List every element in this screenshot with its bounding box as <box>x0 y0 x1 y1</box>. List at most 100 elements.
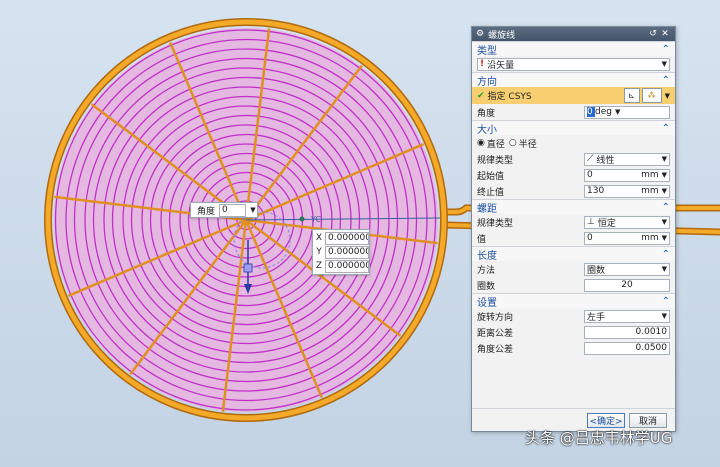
radio-diameter[interactable]: ◉ <box>477 138 485 148</box>
yc-axis-label: YC <box>310 215 321 224</box>
chevron-up-icon[interactable]: ⌃ <box>662 75 670 86</box>
size-law-type-row: 规律类型 ⟋ 线性 ▼ <box>472 151 675 167</box>
section-pitch-title: 螺距 <box>477 203 497 215</box>
rotation-select[interactable]: 左手 ▼ <box>584 309 670 323</box>
size-law-type-select[interactable]: ⟋ 线性 ▼ <box>584 152 670 166</box>
chevron-down-icon[interactable]: ▼ <box>659 265 667 273</box>
start-value-value: 0 <box>587 170 593 180</box>
angle-handle-label: 角度 <box>197 206 216 217</box>
section-type-header[interactable]: 类型 ⌃ <box>472 41 675 57</box>
cancel-button[interactable]: 取消 <box>629 412 667 428</box>
radio-diameter-label[interactable]: 直径 <box>485 137 509 150</box>
csys-axes-icon: ⁂ <box>647 91 656 100</box>
dist-tol-input[interactable]: 0.0010 <box>584 325 670 339</box>
direction-angle-row: 角度 0 deg ▼ <box>472 104 675 120</box>
angle-handle-value[interactable]: 0 <box>219 203 246 217</box>
close-icon[interactable]: ✕ <box>659 29 671 39</box>
angle-tol-input[interactable]: 0.0500 <box>584 341 670 355</box>
ok-button[interactable]: <确定> <box>587 412 625 428</box>
coord-z-input[interactable]: 0.000000 <box>325 259 369 273</box>
start-value-unit: mm <box>641 170 659 180</box>
coord-y-label: Y <box>316 247 322 257</box>
pitch-value-input[interactable]: 0 mm ▼ <box>584 231 670 245</box>
size-law-type-label: 规律类型 <box>477 155 514 166</box>
csys-type-button[interactable]: ⁂ <box>641 88 662 103</box>
section-size-header[interactable]: 大小 ⌃ <box>472 120 675 136</box>
turns-value: 20 <box>621 280 633 290</box>
coord-x-label: X <box>315 233 323 243</box>
dist-tol-row: 距离公差 0.0010 <box>472 324 675 340</box>
direction-angle-unit: deg <box>595 107 612 117</box>
direction-angle-input[interactable]: 0 deg ▼ <box>584 105 670 119</box>
angle-tol-label: 角度公差 <box>477 344 514 355</box>
end-value-label: 终止值 <box>477 187 505 198</box>
chevron-down-icon[interactable]: ▼ <box>612 108 620 116</box>
chevron-down-icon[interactable]: ▼ <box>662 92 670 100</box>
chevron-up-icon[interactable]: ⌃ <box>662 296 670 307</box>
section-settings-header[interactable]: 设置 ⌃ <box>472 293 675 309</box>
method-value: 圈数 <box>587 265 606 276</box>
gear-icon[interactable]: ⚙ <box>476 29 484 39</box>
chevron-up-icon[interactable]: ⌃ <box>662 202 670 213</box>
rotation-value: 左手 <box>587 312 606 323</box>
type-row: ! 沿矢量 ▼ <box>472 56 675 72</box>
method-label: 方法 <box>477 265 496 276</box>
type-select-value: 沿矢量 <box>487 60 515 71</box>
chevron-up-icon[interactable]: ⌃ <box>662 44 670 55</box>
chevron-down-icon[interactable]: ▼ <box>659 218 667 226</box>
chevron-up-icon[interactable]: ⌃ <box>662 249 670 260</box>
specify-csys-row[interactable]: ✔ 指定 CSYS ⊾ ⁂ ▼ <box>472 87 675 104</box>
chevron-down-icon[interactable]: ▼ <box>659 312 667 320</box>
chevron-down-icon[interactable]: ▼ <box>659 60 667 68</box>
method-row: 方法 圈数 ▼ <box>472 261 675 277</box>
linear-law-icon: ⟋ <box>587 154 594 164</box>
pitch-law-type-select[interactable]: ⊥ 恒定 ▼ <box>584 215 670 229</box>
helix-dialog: ⚙ 螺旋线 ↺ ✕ 类型 ⌃ ! 沿矢量 ▼ 方向 ⌃ ✔ 指定 CSYS ⊾ … <box>471 26 676 432</box>
direction-angle-value: 0 <box>587 107 595 117</box>
chevron-up-icon[interactable]: ⌃ <box>662 123 670 134</box>
section-direction-header[interactable]: 方向 ⌃ <box>472 72 675 88</box>
rotation-label: 旋转方向 <box>477 312 514 323</box>
start-value-input[interactable]: 0 mm ▼ <box>584 168 670 182</box>
section-pitch-header[interactable]: 螺距 ⌃ <box>472 199 675 215</box>
radio-radius[interactable]: ○ <box>509 138 517 148</box>
reset-icon[interactable]: ↺ <box>647 29 659 39</box>
section-length-header[interactable]: 长度 ⌃ <box>472 246 675 262</box>
method-select[interactable]: 圈数 ▼ <box>584 262 670 276</box>
chevron-down-icon[interactable]: ▼ <box>659 155 667 163</box>
angle-tol-value: 0.0500 <box>635 343 668 353</box>
coord-row-y: Y 0.000000 <box>313 245 369 259</box>
pitch-value-row: 值 0 mm ▼ <box>472 230 675 246</box>
angle-tol-row: 角度公差 0.0500 <box>472 340 675 356</box>
chevron-down-icon[interactable]: ▼ <box>246 206 257 214</box>
coord-y-input[interactable]: 0.000000 <box>325 245 369 259</box>
chevron-down-icon[interactable]: ▼ <box>659 234 667 242</box>
turns-input[interactable]: 20 <box>584 278 670 292</box>
constant-law-icon: ⊥ <box>587 217 595 227</box>
coord-row-z: Z 0.000000 <box>313 259 369 273</box>
coord-row-x: X 0.000000 <box>313 231 369 245</box>
pitch-law-type-label: 规律类型 <box>477 218 514 229</box>
turns-row: 圈数 20 <box>472 277 675 293</box>
section-type-title: 类型 <box>477 45 497 57</box>
type-select[interactable]: ! 沿矢量 ▼ <box>477 57 670 71</box>
coord-x-input[interactable]: 0.000000 <box>325 231 369 245</box>
coordinate-input-box: X 0.000000 Y 0.000000 Z 0.000000 <box>312 229 370 275</box>
dialog-titlebar[interactable]: ⚙ 螺旋线 ↺ ✕ <box>472 27 675 41</box>
end-value-input[interactable]: 130 mm ▼ <box>584 184 670 198</box>
angle-handle-input[interactable]: 角度 0 ▼ <box>190 202 258 218</box>
pitch-law-type-row: 规律类型 ⊥ 恒定 ▼ <box>472 214 675 230</box>
section-settings-title: 设置 <box>477 297 497 309</box>
chevron-down-icon[interactable]: ▼ <box>659 171 667 179</box>
section-length-title: 长度 <box>477 250 497 262</box>
csys-dialog-button[interactable]: ⊾ <box>623 88 640 103</box>
coord-z-label: Z <box>315 261 323 271</box>
csys-origin-handle[interactable] <box>243 263 253 273</box>
radio-radius-label[interactable]: 半径 <box>517 137 537 150</box>
pitch-value-value: 0 <box>587 233 593 243</box>
yc-axis-handle[interactable] <box>299 216 305 222</box>
chevron-down-icon[interactable]: ▼ <box>659 187 667 195</box>
end-value-row: 终止值 130 mm ▼ <box>472 183 675 199</box>
pitch-law-type-value: 恒定 <box>597 218 616 229</box>
checkmark-icon: ✔ <box>477 90 485 101</box>
